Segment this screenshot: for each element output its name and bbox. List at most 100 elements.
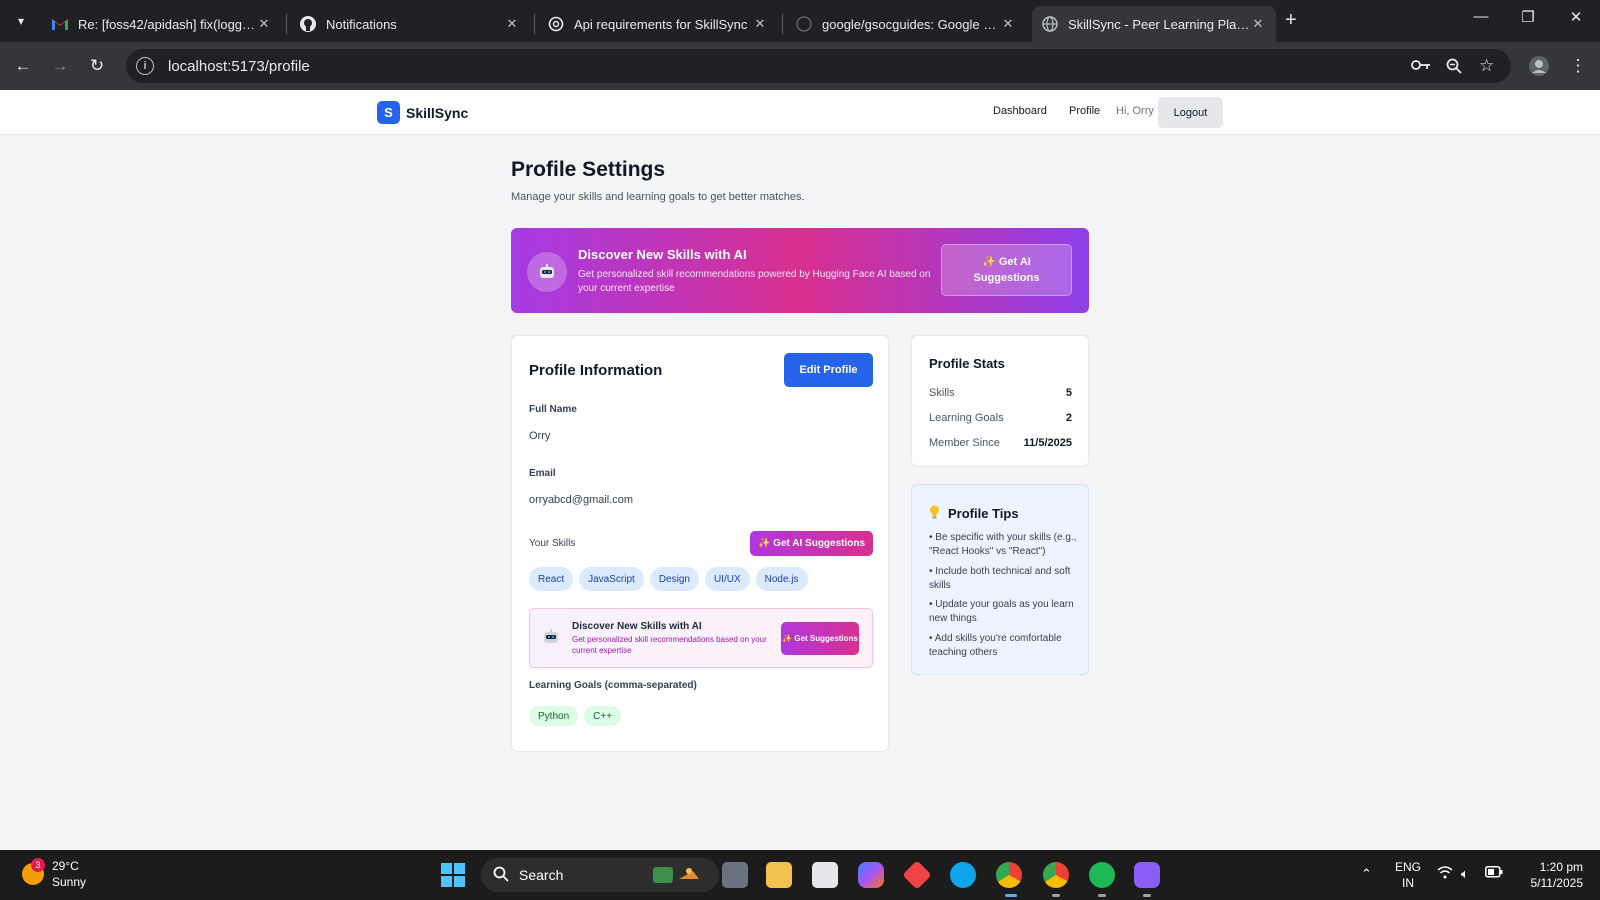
skill-chip: Node.js xyxy=(755,567,808,591)
minimize-icon[interactable]: — xyxy=(1466,8,1496,25)
chrome-profile-icon[interactable] xyxy=(1043,862,1069,888)
brand-logo[interactable]: S SkillSync xyxy=(377,101,468,124)
skill-chip: Design xyxy=(649,567,699,591)
banner-description: Get personalized skill recommendations p… xyxy=(578,269,931,294)
close-icon[interactable]: ✕ xyxy=(504,16,520,32)
mini-ai-banner: Discover New Skills with AI Get personal… xyxy=(529,608,873,668)
card-title: Profile Stats xyxy=(929,356,1005,371)
close-window-icon[interactable]: ✕ xyxy=(1561,8,1591,26)
file-explorer-icon[interactable] xyxy=(766,862,792,888)
robot-icon xyxy=(542,629,560,650)
new-tab-button[interactable]: + xyxy=(1285,9,1297,32)
mini-banner-title: Discover New Skills with AI xyxy=(572,621,702,632)
browser-tab-gmail[interactable]: Re: [foss42/apidash] fix(logging ✕ xyxy=(42,6,282,42)
weather-text: 29°C Sunny xyxy=(52,858,86,890)
search-icon xyxy=(493,866,509,885)
get-suggestions-button[interactable]: ✨ Get Suggestions xyxy=(781,622,859,655)
battery-icon[interactable] xyxy=(1485,866,1503,881)
github-icon xyxy=(300,16,316,32)
tab-title: google/gsocguides: Google Sur xyxy=(822,16,1000,32)
windows-start-icon[interactable] xyxy=(441,863,465,892)
browser-tab-api-requirements[interactable]: Api requirements for SkillSync ✕ xyxy=(538,6,778,42)
card-title: Profile Information xyxy=(529,362,663,379)
weather-temp: 29°C xyxy=(52,859,79,873)
close-icon[interactable]: ✕ xyxy=(1250,16,1266,32)
skills-ai-suggestions-button[interactable]: ✨ Get AI Suggestions xyxy=(750,531,873,556)
browser-tab-skillsync[interactable]: SkillSync - Peer Learning Platfor ✕ xyxy=(1032,6,1276,42)
weather-widget[interactable]: 3 29°C Sunny xyxy=(22,858,86,890)
address-bar[interactable]: i localhost:5173/profile ☆ xyxy=(126,49,1511,83)
bookmark-star-icon[interactable]: ☆ xyxy=(1479,56,1494,76)
mini-banner-description: Get personalized skill recommendations b… xyxy=(572,635,767,655)
brand-name: SkillSync xyxy=(406,104,469,121)
page-title: Profile Settings xyxy=(511,158,666,181)
learning-goals-label: Learning Goals (comma-separated) xyxy=(529,680,697,691)
browser-tab-notifications[interactable]: Notifications ✕ xyxy=(290,6,530,42)
logout-button[interactable]: Logout xyxy=(1158,97,1223,128)
nav-link-dashboard[interactable]: Dashboard xyxy=(993,105,1047,117)
email-label: Email xyxy=(529,468,556,479)
lightbulb-icon xyxy=(929,505,940,522)
tab-title: Re: [foss42/apidash] fix(logging xyxy=(78,16,256,32)
chevron-up-icon[interactable]: ⌃ xyxy=(1361,866,1372,882)
github-icon xyxy=(796,16,812,32)
gmail-icon xyxy=(52,16,68,32)
purple-app-icon[interactable] xyxy=(1134,862,1160,888)
windows-taskbar: 3 29°C Sunny Search ⌃ ENG IN 🔈︎ 1:20 pm … xyxy=(0,850,1600,900)
clock[interactable]: 1:20 pm 5/11/2025 xyxy=(1519,859,1584,891)
tab-search-button[interactable]: ▾ xyxy=(8,8,34,34)
robot-icon xyxy=(527,252,567,292)
goal-chip: Python xyxy=(529,706,579,726)
skills-list: React JavaScript Design UI/UX Node.js xyxy=(529,567,814,591)
volume-icon[interactable]: 🔈︎ xyxy=(1461,866,1469,882)
stat-value: 2 xyxy=(1065,412,1072,424)
close-icon[interactable]: ✕ xyxy=(1000,16,1016,32)
site-info-icon[interactable]: i xyxy=(136,57,154,75)
taskbar-search[interactable]: Search xyxy=(481,858,719,892)
nav-link-profile[interactable]: Profile xyxy=(1069,105,1100,117)
stat-row: Learning Goals 2 xyxy=(929,412,1072,424)
email-value: orryabcd@gmail.com xyxy=(529,494,634,506)
restore-icon[interactable]: ❐ xyxy=(1513,8,1543,26)
wifi-icon[interactable] xyxy=(1437,866,1453,882)
microsoft-store-icon[interactable] xyxy=(812,862,838,888)
red-app-icon[interactable] xyxy=(902,860,932,890)
skill-chip: JavaScript xyxy=(579,567,644,591)
spotify-icon[interactable] xyxy=(1089,862,1115,888)
password-key-icon[interactable] xyxy=(1411,58,1431,76)
profile-avatar-icon[interactable] xyxy=(1527,54,1551,78)
edit-profile-button[interactable]: Edit Profile xyxy=(784,353,873,387)
zoom-icon[interactable] xyxy=(1446,58,1462,78)
stat-value: 5 xyxy=(1065,387,1072,399)
language-indicator[interactable]: ENG IN xyxy=(1395,859,1421,891)
close-icon[interactable]: ✕ xyxy=(256,16,272,32)
edge-like-icon[interactable] xyxy=(950,862,976,888)
copilot-icon[interactable] xyxy=(858,862,884,888)
browser-menu-icon[interactable]: ⋮ xyxy=(1566,54,1590,78)
browser-tab-gsocguides[interactable]: google/gsocguides: Google Sur ✕ xyxy=(786,6,1026,42)
profile-stats-card: Profile Stats Skills 5 Learning Goals 2 … xyxy=(911,335,1089,467)
stat-row: Member Since 11/5/2025 xyxy=(929,437,1072,449)
stat-row: Skills 5 xyxy=(929,387,1072,399)
get-ai-suggestions-button[interactable]: ✨ Get AI Suggestions xyxy=(941,244,1072,296)
notification-badge: 3 xyxy=(31,858,45,872)
clock-date: 5/11/2025 xyxy=(1530,876,1584,890)
weather-desc: Sunny xyxy=(52,875,87,889)
tips-title-text: Profile Tips xyxy=(948,506,1019,521)
tab-separator xyxy=(782,14,783,34)
full-name-value: Orry xyxy=(529,430,551,442)
chrome-icon[interactable] xyxy=(996,862,1022,888)
close-icon[interactable]: ✕ xyxy=(752,16,768,32)
reload-icon[interactable]: ↻ xyxy=(85,54,109,78)
tab-title: Notifications xyxy=(326,16,397,32)
task-view-icon[interactable] xyxy=(722,862,748,888)
tips-title: Profile Tips xyxy=(929,505,1019,522)
user-greeting: Hi, Orry xyxy=(1116,105,1154,117)
forward-arrow-icon[interactable]: → xyxy=(48,54,72,78)
address-bar-url[interactable]: localhost:5173/profile xyxy=(168,58,310,75)
stat-label: Member Since xyxy=(929,437,1000,449)
browser-tabstrip: ▾ Re: [foss42/apidash] fix(logging ✕ Not… xyxy=(0,0,1600,42)
back-arrow-icon[interactable]: ← xyxy=(11,54,35,78)
full-name-label: Full Name xyxy=(529,404,577,415)
language-line-1: ENG xyxy=(1395,860,1422,874)
